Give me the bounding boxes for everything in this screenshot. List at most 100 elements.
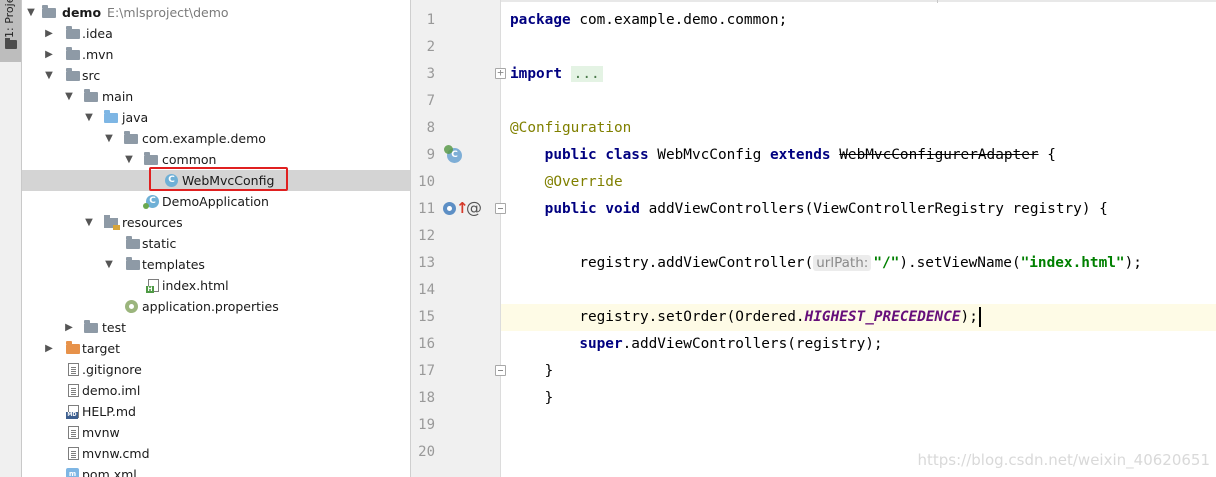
excluded-folder-icon bbox=[66, 341, 80, 354]
tree-item-mvn[interactable]: ▶ .mvn bbox=[22, 44, 410, 65]
tree-item-resources[interactable]: ▼ resources bbox=[22, 212, 410, 233]
tree-item-index-html[interactable]: index.html bbox=[22, 275, 410, 296]
chevron-down-icon[interactable]: ▼ bbox=[84, 107, 94, 128]
override-arrow-icon[interactable]: ↑ bbox=[456, 200, 469, 216]
code-line-10[interactable]: @Override bbox=[510, 169, 623, 196]
chevron-right-icon[interactable]: ▶ bbox=[44, 44, 54, 65]
folder-icon bbox=[5, 38, 17, 49]
tree-item-label: .gitignore bbox=[82, 362, 142, 377]
project-tab-label: 1: Project bbox=[3, 0, 16, 38]
tree-item-gitignore[interactable]: .gitignore bbox=[22, 359, 410, 380]
tree-item-src[interactable]: ▼ src bbox=[22, 65, 410, 86]
tree-item-mvnw[interactable]: mvnw bbox=[22, 422, 410, 443]
tree-item-main[interactable]: ▼ main bbox=[22, 86, 410, 107]
code-line-8[interactable]: @Configuration bbox=[510, 115, 631, 142]
tree-item-pom-xml[interactable]: m pom.xml bbox=[22, 464, 410, 477]
fold-collapse-icon[interactable] bbox=[495, 365, 506, 376]
tree-item-label: main bbox=[102, 89, 134, 104]
tree-item-static[interactable]: static bbox=[22, 233, 410, 254]
tree-item-templates[interactable]: ▼ templates bbox=[22, 254, 410, 275]
tree-item-label: static bbox=[142, 236, 177, 251]
tree-item-label: .mvn bbox=[82, 47, 114, 62]
tool-window-strip: 1: Project bbox=[0, 0, 22, 477]
chevron-down-icon[interactable]: ▼ bbox=[104, 128, 114, 149]
tree-item-demoapplication[interactable]: C DemoApplication bbox=[22, 191, 410, 212]
tree-item-label: mvnw.cmd bbox=[82, 446, 150, 461]
line-number: 8 bbox=[426, 120, 435, 136]
code-line-9[interactable]: public class WebMvcConfig extends WebMvc… bbox=[510, 142, 1056, 169]
line-number: 16 bbox=[418, 336, 435, 352]
line-number: 11 bbox=[418, 201, 435, 217]
tree-item-label: resources bbox=[122, 215, 183, 230]
tree-item-target[interactable]: ▶ target bbox=[22, 338, 410, 359]
line-number: 15 bbox=[418, 309, 435, 325]
chevron-right-icon[interactable]: ▶ bbox=[44, 23, 54, 44]
chevron-down-icon[interactable]: ▼ bbox=[64, 86, 74, 107]
tree-item-label: DemoApplication bbox=[162, 194, 269, 209]
tree-item-application-properties[interactable]: application.properties bbox=[22, 296, 410, 317]
text-file-icon bbox=[68, 384, 79, 397]
line-number: 3 bbox=[426, 66, 435, 82]
tree-item-label: target bbox=[82, 341, 121, 356]
tree-item-label: java bbox=[122, 110, 149, 125]
tree-item-label: demo.iml bbox=[82, 383, 141, 398]
code-line-16[interactable]: super.addViewControllers(registry); bbox=[510, 331, 882, 358]
override-method-gutter-icon[interactable] bbox=[443, 202, 456, 215]
markdown-file-icon bbox=[66, 405, 79, 419]
editor-top-notch bbox=[937, 0, 938, 3]
chevron-down-icon[interactable]: ▼ bbox=[124, 149, 134, 170]
tree-item-label: WebMvcConfig bbox=[182, 173, 275, 188]
module-folder-icon bbox=[42, 5, 56, 18]
code-line-1[interactable]: package com.example.demo.common; bbox=[510, 7, 787, 34]
code-line-15[interactable]: registry.setOrder(Ordered.HIGHEST_PRECED… bbox=[510, 304, 981, 331]
tree-item-package[interactable]: ▼ com.example.demo bbox=[22, 128, 410, 149]
tree-item-webmvcconfig[interactable]: C WebMvcConfig bbox=[22, 170, 410, 191]
code-line-13[interactable]: registry.addViewController(urlPath: "/").… bbox=[510, 250, 1142, 277]
code-line-17[interactable]: } bbox=[510, 358, 554, 385]
folder-icon bbox=[84, 320, 98, 333]
chevron-down-icon[interactable]: ▼ bbox=[44, 65, 54, 86]
source-folder-icon bbox=[104, 110, 118, 123]
text-file-icon bbox=[68, 426, 79, 439]
tree-item-label: application.properties bbox=[142, 299, 279, 314]
folder-icon bbox=[66, 47, 80, 60]
line-number: 10 bbox=[418, 174, 435, 190]
code-line-3[interactable]: import ... bbox=[510, 61, 603, 88]
chevron-down-icon[interactable]: ▼ bbox=[84, 212, 94, 233]
line-number: 12 bbox=[418, 228, 435, 244]
parameter-hint: urlPath: bbox=[813, 255, 872, 271]
tree-item-java[interactable]: ▼ java bbox=[22, 107, 410, 128]
project-tool-tab[interactable]: 1: Project bbox=[0, 0, 21, 62]
html-file-icon bbox=[146, 279, 159, 293]
tree-item-idea[interactable]: ▶ .idea bbox=[22, 23, 410, 44]
tree-item-help-md[interactable]: HELP.md bbox=[22, 401, 410, 422]
line-number: 7 bbox=[426, 93, 435, 109]
spring-bean-class-gutter-icon[interactable]: C bbox=[444, 145, 462, 163]
fold-expand-icon[interactable] bbox=[495, 66, 506, 79]
package-icon bbox=[144, 152, 158, 165]
line-number: 2 bbox=[426, 39, 435, 55]
code-line-11[interactable]: public void addViewControllers(ViewContr… bbox=[510, 196, 1108, 223]
editor-top-edge bbox=[501, 0, 1216, 2]
folded-imports[interactable]: ... bbox=[570, 66, 603, 82]
watermark: https://blog.csdn.net/weixin_40620651 bbox=[917, 451, 1210, 469]
fold-collapse-icon[interactable] bbox=[495, 203, 506, 214]
tree-item-demo-iml[interactable]: demo.iml bbox=[22, 380, 410, 401]
tree-item-common[interactable]: ▼ common bbox=[22, 149, 410, 170]
chevron-down-icon[interactable]: ▼ bbox=[26, 2, 36, 23]
tree-item-mvnw-cmd[interactable]: mvnw.cmd bbox=[22, 443, 410, 464]
chevron-down-icon[interactable]: ▼ bbox=[104, 254, 114, 275]
tree-item-demo[interactable]: ▼ demo E:\mlsproject\demo bbox=[22, 2, 410, 23]
code-editor[interactable]: 1 2 3 7 8 9 10 11 12 13 14 15 16 17 18 1… bbox=[411, 0, 1216, 477]
annotation-gutter-icon[interactable]: @ bbox=[466, 200, 482, 216]
tree-item-label: common bbox=[162, 152, 217, 167]
chevron-right-icon[interactable]: ▶ bbox=[44, 338, 54, 359]
tree-item-label: .idea bbox=[82, 26, 113, 41]
tree-item-test[interactable]: ▶ test bbox=[22, 317, 410, 338]
chevron-right-icon[interactable]: ▶ bbox=[64, 317, 74, 338]
project-tree: ▼ demo E:\mlsproject\demo ▶ .idea ▶ .mvn … bbox=[22, 0, 410, 477]
properties-file-icon bbox=[125, 300, 138, 313]
maven-file-icon: m bbox=[66, 468, 79, 477]
code-line-18[interactable]: } bbox=[510, 385, 554, 412]
line-number: 20 bbox=[418, 444, 435, 460]
